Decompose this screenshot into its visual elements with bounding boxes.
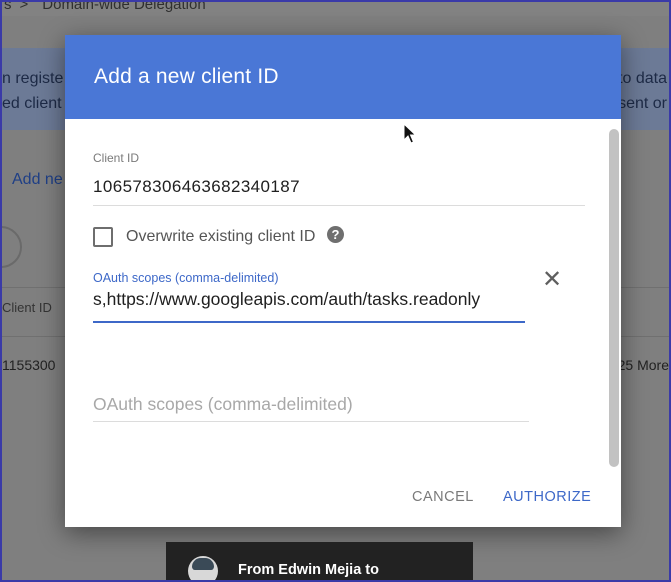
overwrite-label[interactable]: Overwrite existing client ID (126, 228, 315, 246)
cancel-button[interactable]: CANCEL (412, 489, 474, 505)
column-header-client-id[interactable]: Client ID (2, 300, 52, 315)
client-id-field[interactable]: 106578306463682340187 (93, 177, 300, 197)
breadcrumb-current: Domain-wide Delegation (42, 0, 206, 13)
dialog-scrollbar[interactable] (609, 129, 619, 467)
avatar-hair (192, 558, 214, 570)
banner-text-left: n registe ed client (2, 66, 63, 116)
oauth-scopes-empty-underline (93, 421, 529, 422)
mouse-pointer-icon (403, 123, 417, 144)
oauth-scopes-input[interactable]: s,https://www.googleapis.com/auth/tasks.… (93, 289, 525, 323)
select-all-circle[interactable] (2, 226, 22, 268)
close-icon[interactable]: ✕ (541, 268, 563, 292)
screen-frame: s > Domain-wide Delegation n registe ed cl… (0, 0, 671, 582)
banner-left-line1: n registe (2, 70, 64, 87)
toast-text: From Edwin Mejia to (238, 562, 379, 578)
oauth-scopes-label: OAuth scopes (comma-delimited) (93, 271, 279, 285)
breadcrumb-separator: > (19, 0, 29, 13)
notification-toast: From Edwin Mejia to (166, 542, 473, 580)
help-icon[interactable]: ? (327, 226, 344, 243)
dialog-body: Client ID 106578306463682340187 Overwrit… (65, 119, 621, 527)
dialog-title: Add a new client ID (94, 65, 279, 88)
table-cell-more[interactable]: 25 More (618, 357, 669, 373)
breadcrumb-previous[interactable]: s (4, 2, 12, 13)
authorize-button[interactable]: AUTHORIZE (503, 489, 591, 505)
breadcrumb: s > Domain-wide Delegation (4, 0, 206, 13)
banner-right-line2: sent or (618, 95, 667, 112)
client-id-underline (93, 205, 585, 206)
overwrite-checkbox[interactable] (93, 227, 113, 247)
banner-right-line1: to data (618, 70, 667, 87)
add-new-link[interactable]: Add ne (12, 171, 63, 189)
banner-left-line2: ed client (2, 95, 62, 112)
oauth-scopes-value: s,https://www.googleapis.com/auth/tasks.… (93, 289, 481, 309)
avatar (188, 556, 218, 580)
client-id-label: Client ID (93, 151, 140, 165)
banner-text-right: to data sent or (618, 66, 667, 116)
table-cell-client-id: 1155300 (2, 357, 56, 373)
add-client-dialog: Add a new client ID Client ID 1065783064… (65, 35, 621, 527)
dialog-header: Add a new client ID (65, 35, 621, 119)
oauth-scopes-empty-field[interactable]: OAuth scopes (comma-delimited) (93, 394, 353, 415)
